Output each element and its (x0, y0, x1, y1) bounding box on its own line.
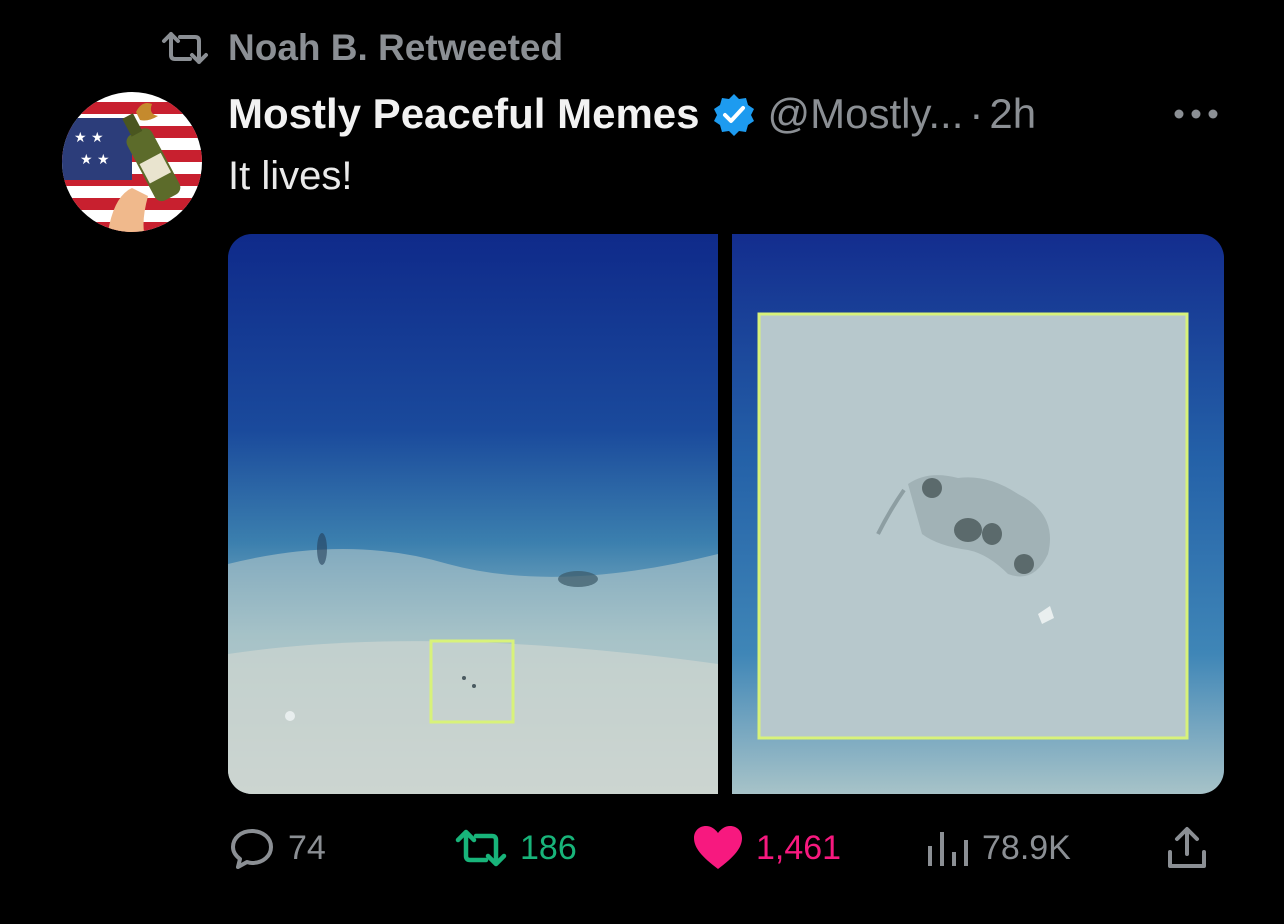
svg-text:★ ★: ★ ★ (80, 152, 110, 168)
reply-button[interactable]: 74 (228, 820, 326, 876)
display-name[interactable]: Mostly Peaceful Memes (228, 90, 700, 138)
tweet-header: Mostly Peaceful Memes @Mostly... · 2h (228, 86, 1036, 142)
reply-count: 74 (288, 828, 326, 867)
tweet-card[interactable]: Noah B. Retweeted ★ ★ ★ ★ Mostly Peacefu… (0, 0, 1284, 924)
separator-dot: · (969, 90, 984, 137)
retweet-icon (162, 32, 208, 64)
avatar[interactable]: ★ ★ ★ ★ (62, 92, 202, 232)
share-button[interactable] (1166, 820, 1220, 876)
reply-icon (231, 829, 273, 869)
like-count: 1,461 (756, 828, 842, 867)
tweet-text: It lives! (228, 154, 353, 198)
heart-icon (694, 826, 742, 869)
action-bar: 74 186 1,461 78.9K (0, 820, 1284, 876)
views-count: 78.9K (982, 828, 1071, 867)
handle[interactable]: @Mostly... (768, 90, 964, 138)
retweet-banner-text: Noah B. Retweeted (228, 27, 564, 68)
more-options-button[interactable] (1168, 96, 1224, 132)
views-button[interactable]: 78.9K (926, 820, 1071, 876)
tweet-media[interactable] (228, 234, 1224, 794)
more-icon (1174, 109, 1218, 119)
retweet-banner[interactable]: Noah B. Retweeted (160, 26, 563, 70)
ocean-floor-image (228, 234, 1224, 794)
views-bar-chart-icon (928, 832, 968, 866)
avatar-flag-bottle-image: ★ ★ ★ ★ (62, 92, 202, 232)
like-button[interactable]: 1,461 (692, 820, 841, 876)
svg-text:★ ★: ★ ★ (74, 130, 104, 146)
retweet-count: 186 (520, 828, 577, 867)
timestamp[interactable]: 2h (989, 90, 1036, 138)
retweet-icon (455, 829, 507, 867)
share-icon (1168, 827, 1206, 868)
verified-badge-icon[interactable] (712, 92, 756, 136)
retweet-button[interactable]: 186 (454, 820, 577, 876)
